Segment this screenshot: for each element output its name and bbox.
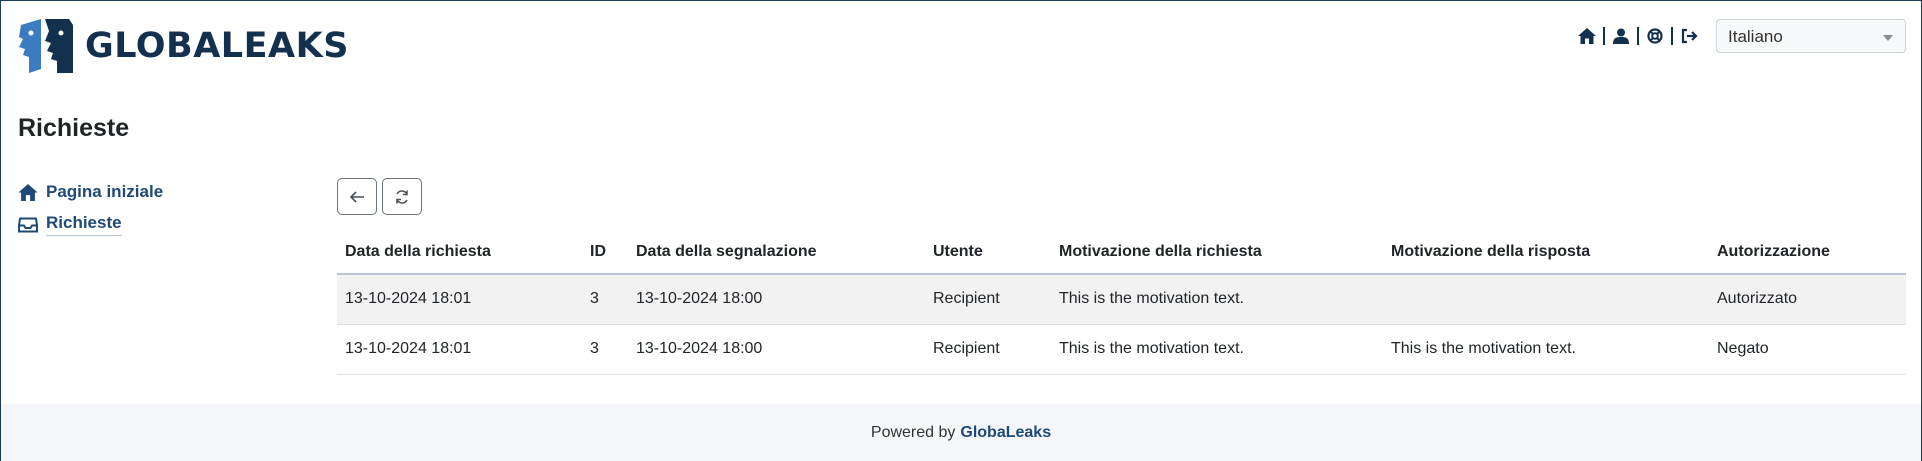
table-row[interactable]: 13-10-2024 18:01 3 13-10-2024 18:00 Reci… xyxy=(337,274,1906,325)
sidebar: Pagina iniziale Richieste xyxy=(18,176,163,240)
table-row[interactable]: 13-10-2024 18:01 3 13-10-2024 18:00 Reci… xyxy=(337,324,1906,375)
inbox-icon xyxy=(18,217,38,232)
home-icon[interactable] xyxy=(1577,26,1597,46)
logout-icon[interactable] xyxy=(1679,26,1699,46)
footer: Powered by GlobaLeaks xyxy=(1,404,1921,461)
table-cell: This is the motivation text. xyxy=(1051,274,1383,325)
column-header[interactable]: ID xyxy=(582,231,628,275)
table-cell: Recipient xyxy=(925,324,1051,375)
divider xyxy=(1671,27,1673,45)
home-icon xyxy=(18,183,38,201)
table-cell: Recipient xyxy=(925,274,1051,325)
table-cell: 13-10-2024 18:00 xyxy=(628,274,925,325)
table-cell: Autorizzato xyxy=(1709,274,1906,325)
sidebar-item-requests[interactable]: Richieste xyxy=(18,208,163,240)
table-cell: 3 xyxy=(582,274,628,325)
language-select-value: Italiano xyxy=(1728,27,1783,46)
user-icon[interactable] xyxy=(1611,26,1631,46)
header: GLOBALEAKS Italiano xyxy=(1,1,1921,91)
footer-link[interactable]: GlobaLeaks xyxy=(960,424,1051,442)
sidebar-item-label: Pagina iniziale xyxy=(46,182,164,201)
toolbar xyxy=(337,178,427,215)
globaleaks-logo-icon xyxy=(19,19,73,73)
table-cell: 13-10-2024 18:00 xyxy=(628,324,925,375)
chevron-down-icon xyxy=(1883,35,1893,41)
column-header[interactable]: Data della segnalazione xyxy=(628,231,925,275)
table-cell: Negato xyxy=(1709,324,1906,375)
table-header-row: Data della richiesta ID Data della segna… xyxy=(337,231,1906,275)
page-title: Richieste xyxy=(18,114,130,142)
sidebar-item-home[interactable]: Pagina iniziale xyxy=(18,176,163,208)
divider xyxy=(1603,27,1605,45)
table-cell: This is the motivation text. xyxy=(1383,324,1709,375)
back-button[interactable] xyxy=(337,178,377,215)
footer-text: Powered by xyxy=(870,423,956,441)
header-icons xyxy=(1577,25,1699,47)
requests-table: Data della richiesta ID Data della segna… xyxy=(337,231,1906,375)
language-select[interactable]: Italiano xyxy=(1716,19,1906,53)
support-icon[interactable] xyxy=(1645,26,1665,46)
column-header[interactable]: Autorizzazione xyxy=(1709,231,1906,275)
table-cell: This is the motivation text. xyxy=(1051,324,1383,375)
refresh-icon xyxy=(396,189,408,204)
brand-name: GLOBALEAKS xyxy=(85,26,349,66)
column-header[interactable]: Motivazione della richiesta xyxy=(1051,231,1383,275)
logo[interactable]: GLOBALEAKS xyxy=(17,17,349,75)
table-cell: 13-10-2024 18:01 xyxy=(337,274,582,325)
column-header[interactable]: Data della richiesta xyxy=(337,231,582,275)
column-header[interactable]: Motivazione della risposta xyxy=(1383,231,1709,275)
table-cell xyxy=(1383,274,1709,325)
divider xyxy=(1637,27,1639,45)
arrow-left-icon xyxy=(349,190,364,203)
column-header[interactable]: Utente xyxy=(925,231,1051,275)
sidebar-item-label: Richieste xyxy=(46,213,122,236)
refresh-button[interactable] xyxy=(382,178,422,215)
table-cell: 3 xyxy=(582,324,628,375)
table-cell: 13-10-2024 18:01 xyxy=(337,324,582,375)
